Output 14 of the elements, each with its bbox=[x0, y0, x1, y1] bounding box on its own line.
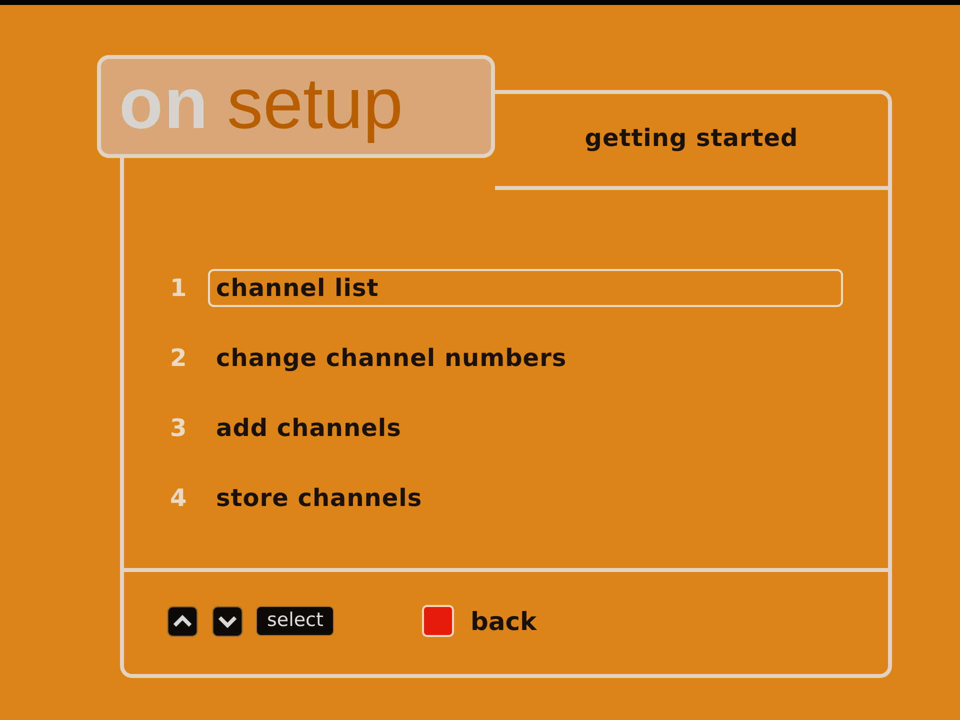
item-number: 3 bbox=[170, 414, 188, 442]
down-arrow-key-icon bbox=[211, 606, 244, 636]
page-heading: getting started bbox=[584, 124, 798, 152]
back-label: back bbox=[470, 606, 537, 636]
menu-item[interactable]: add channels bbox=[208, 409, 843, 447]
menu-item[interactable]: store channels bbox=[208, 479, 843, 517]
item-number: 4 bbox=[170, 484, 188, 512]
up-arrow-key-icon bbox=[166, 606, 199, 636]
brand-logo: on bbox=[119, 68, 209, 140]
item-number: 1 bbox=[170, 274, 188, 302]
item-number: 2 bbox=[170, 344, 188, 372]
menu-item[interactable]: change channel numbers bbox=[208, 339, 843, 377]
menu-item[interactable]: channel list bbox=[208, 269, 843, 307]
select-key: select bbox=[256, 606, 334, 636]
